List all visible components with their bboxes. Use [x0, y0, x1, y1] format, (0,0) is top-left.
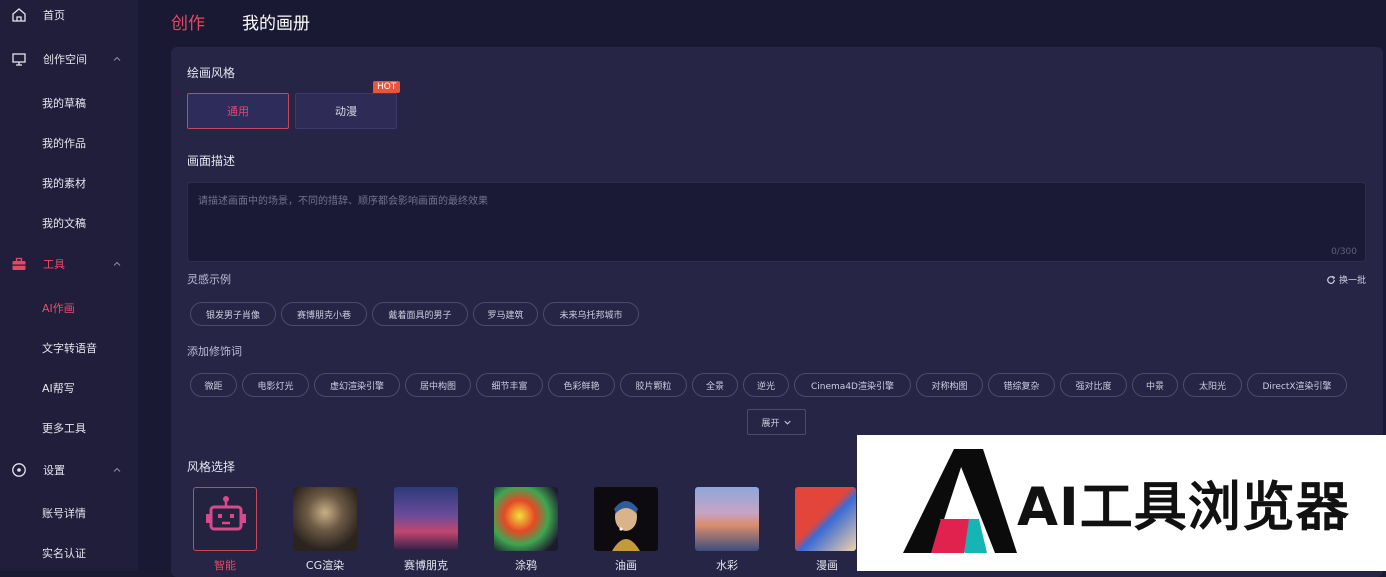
sidebar-item-label: AI作画 — [42, 302, 75, 315]
refresh-icon — [1327, 275, 1336, 284]
inspiration-chip[interactable]: 银发男子肖像 — [190, 302, 276, 326]
sidebar-item-label: 实名认证 — [42, 547, 86, 560]
modifier-chip[interactable]: 对称构图 — [916, 373, 983, 397]
sidebar: 首页 创作空间 我的草稿 我的作品 我的素材 我的文稿 工具 AI作画 文字转语… — [0, 0, 138, 571]
chevron-down-icon — [783, 420, 791, 425]
style-thumb-watercolor[interactable] — [695, 487, 759, 551]
chevron-up-icon — [113, 56, 121, 61]
chevron-up-icon — [113, 467, 121, 472]
description-textarea[interactable]: 请描述画面中的场景，不同的措辞、顺序都会影响画面的最终效果 0/300 — [187, 182, 1366, 262]
monitor-icon — [12, 53, 26, 66]
style-select-title: 风格选择 — [187, 460, 236, 474]
sidebar-item-manuscripts[interactable]: 我的文稿 — [0, 208, 138, 238]
style-general-button[interactable]: 通用 — [187, 93, 289, 129]
settings-icon — [12, 463, 26, 477]
modifier-chip[interactable]: 逆光 — [743, 373, 789, 397]
toolbox-icon — [12, 257, 26, 270]
style-thumb-smart[interactable] — [193, 487, 257, 551]
modifier-chip[interactable]: 色彩鲜艳 — [548, 373, 615, 397]
tab-my-album[interactable]: 我的画册 — [242, 9, 310, 34]
inspiration-chip[interactable]: 戴着面具的男子 — [372, 302, 468, 326]
inspiration-title: 灵感示例 — [187, 273, 231, 286]
modifier-chip[interactable]: 微距 — [190, 373, 237, 397]
modifier-chip[interactable]: DirectX渲染引擎 — [1247, 373, 1347, 397]
sidebar-item-label: 账号详情 — [42, 507, 86, 520]
refresh-label: 换一批 — [1339, 276, 1367, 286]
modifier-title: 添加修饰词 — [187, 345, 242, 358]
sidebar-item-account[interactable]: 账号详情 — [0, 498, 138, 528]
sidebar-item-label: 首页 — [43, 9, 65, 22]
modifier-chip[interactable]: 全景 — [692, 373, 738, 397]
inspiration-chip[interactable]: 未来乌托邦城市 — [543, 302, 639, 326]
modifier-chip[interactable]: 细节丰富 — [476, 373, 543, 397]
expand-button[interactable]: 展开 — [747, 409, 806, 435]
sidebar-item-tools[interactable]: 工具 — [0, 249, 138, 279]
sidebar-item-label: 设置 — [43, 464, 65, 477]
style-thumb-cyberpunk[interactable] — [394, 487, 458, 551]
modifier-chip[interactable]: 太阳光 — [1183, 373, 1242, 397]
modifier-chip[interactable]: 强对比度 — [1060, 373, 1127, 397]
style-thumb-comic[interactable] — [795, 487, 856, 551]
style-thumb-oil[interactable] — [594, 487, 658, 551]
sidebar-item-creation-space[interactable]: 创作空间 — [0, 44, 138, 74]
modifier-chip[interactable]: 虚幻渲染引擎 — [314, 373, 400, 397]
home-icon — [12, 8, 26, 22]
sidebar-item-ai-painting[interactable]: AI作画 — [0, 293, 138, 323]
sidebar-item-label: AI帮写 — [42, 382, 75, 395]
modifier-chip[interactable]: 胶片颗粒 — [620, 373, 687, 397]
robot-icon — [206, 496, 246, 531]
description-placeholder: 请描述画面中的场景，不同的措辞、顺序都会影响画面的最终效果 — [198, 196, 488, 207]
sidebar-item-label: 我的文稿 — [42, 217, 86, 230]
tab-create[interactable]: 创作 — [171, 9, 205, 34]
watermark-text: AI工具浏览器 — [1017, 477, 1350, 538]
sidebar-item-ai-writing[interactable]: AI帮写 — [0, 373, 138, 403]
expand-label: 展开 — [761, 418, 780, 429]
sidebar-item-label: 我的素材 — [42, 177, 86, 190]
style-thumb-cg[interactable] — [293, 487, 357, 551]
modifier-chip[interactable]: 错综复杂 — [988, 373, 1055, 397]
sidebar-item-materials[interactable]: 我的素材 — [0, 168, 138, 198]
sidebar-item-works[interactable]: 我的作品 — [0, 128, 138, 158]
modifier-chip[interactable]: Cinema4D渲染引擎 — [794, 373, 911, 397]
sidebar-item-drafts[interactable]: 我的草稿 — [0, 88, 138, 118]
sidebar-item-label: 更多工具 — [42, 422, 86, 435]
modifier-chip[interactable]: 中景 — [1132, 373, 1178, 397]
sidebar-item-label: 工具 — [43, 258, 65, 271]
char-counter: 0/300 — [1331, 247, 1357, 257]
refresh-button[interactable]: 换一批 — [1326, 273, 1366, 286]
sidebar-item-label: 我的草稿 — [42, 97, 86, 110]
sidebar-item-label: 文字转语音 — [42, 342, 97, 355]
style-anime-button[interactable]: 动漫 — [295, 93, 397, 129]
drawing-style-title: 绘画风格 — [187, 66, 236, 80]
style-thumb-graffiti[interactable] — [494, 487, 558, 551]
sidebar-item-home[interactable]: 首页 — [0, 0, 138, 30]
portrait-figure — [612, 501, 640, 551]
sidebar-item-verification[interactable]: 实名认证 — [0, 538, 138, 568]
sidebar-item-settings[interactable]: 设置 — [0, 455, 138, 485]
hot-badge: HOT — [373, 81, 401, 93]
chevron-up-icon — [113, 261, 121, 266]
sidebar-item-label: 我的作品 — [42, 137, 86, 150]
sidebar-item-label: 创作空间 — [43, 53, 87, 66]
description-title: 画面描述 — [187, 154, 236, 168]
modifier-chip[interactable]: 居中构图 — [405, 373, 471, 397]
watermark-banner: AI工具浏览器 — [857, 435, 1386, 571]
sidebar-item-text-to-speech[interactable]: 文字转语音 — [0, 333, 138, 363]
inspiration-chip[interactable]: 罗马建筑 — [473, 302, 538, 326]
inspiration-chip[interactable]: 赛博朋克小巷 — [281, 302, 367, 326]
modifier-chip[interactable]: 电影灯光 — [242, 373, 309, 397]
sidebar-item-more-tools[interactable]: 更多工具 — [0, 413, 138, 443]
